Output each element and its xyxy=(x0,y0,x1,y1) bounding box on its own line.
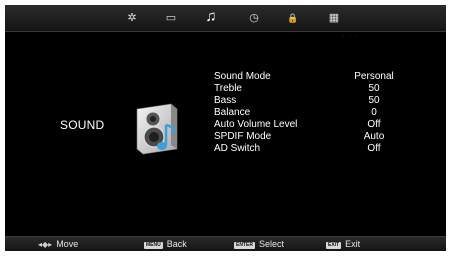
menu-row-ad-switch[interactable]: AD Switch Off xyxy=(214,143,414,155)
monitor-icon[interactable]: ▭ xyxy=(161,9,181,27)
exit-key-icon: EXIT xyxy=(326,242,342,249)
grid-icon[interactable]: ▦ xyxy=(324,9,344,27)
menu-key-icon: MENU xyxy=(144,242,163,249)
menu-row-balance[interactable]: Balance 0 xyxy=(214,107,414,119)
sound-menu: Sound Mode Personal Treble 50 Bass 50 Ba… xyxy=(214,71,414,155)
dpad-icon: ◂◆▸ xyxy=(38,240,53,249)
menu-row-bass[interactable]: Bass 50 xyxy=(214,95,414,107)
hint-select[interactable]: ENTER Select xyxy=(234,239,284,249)
hint-exit[interactable]: EXIT Exit xyxy=(326,239,360,249)
section-title: SOUND xyxy=(60,118,105,132)
gear-icon[interactable]: ✲ xyxy=(122,9,142,27)
menu-row-sound-mode[interactable]: Sound Mode Personal xyxy=(214,71,414,83)
clock-icon[interactable]: ◷ xyxy=(244,9,264,27)
hint-back[interactable]: MENU Back xyxy=(144,239,187,249)
speaker-icon xyxy=(136,103,178,155)
separator-dots: · · · xyxy=(342,32,360,41)
menu-row-auto-volume-level[interactable]: Auto Volume Level Off xyxy=(214,119,414,131)
tv-osd-screen: ✲ ▭ ♫ ◷ 🔒 ▦ SOUND · · · Sound Mode Perso… xyxy=(5,5,446,251)
music-note-icon[interactable]: ♫ xyxy=(201,8,221,26)
footer-hint-bar: ◂◆▸ Move MENU Back ENTER Select EXIT Exit xyxy=(5,236,446,251)
menu-row-spdif-mode[interactable]: SPDIF Mode Auto xyxy=(214,131,414,143)
menu-tab-bar: ✲ ▭ ♫ ◷ 🔒 ▦ xyxy=(5,5,446,32)
lock-icon[interactable]: 🔒 xyxy=(283,9,303,27)
menu-row-treble[interactable]: Treble 50 xyxy=(214,83,414,95)
hint-move: ◂◆▸ Move xyxy=(38,239,79,249)
enter-key-icon: ENTER xyxy=(234,242,255,249)
